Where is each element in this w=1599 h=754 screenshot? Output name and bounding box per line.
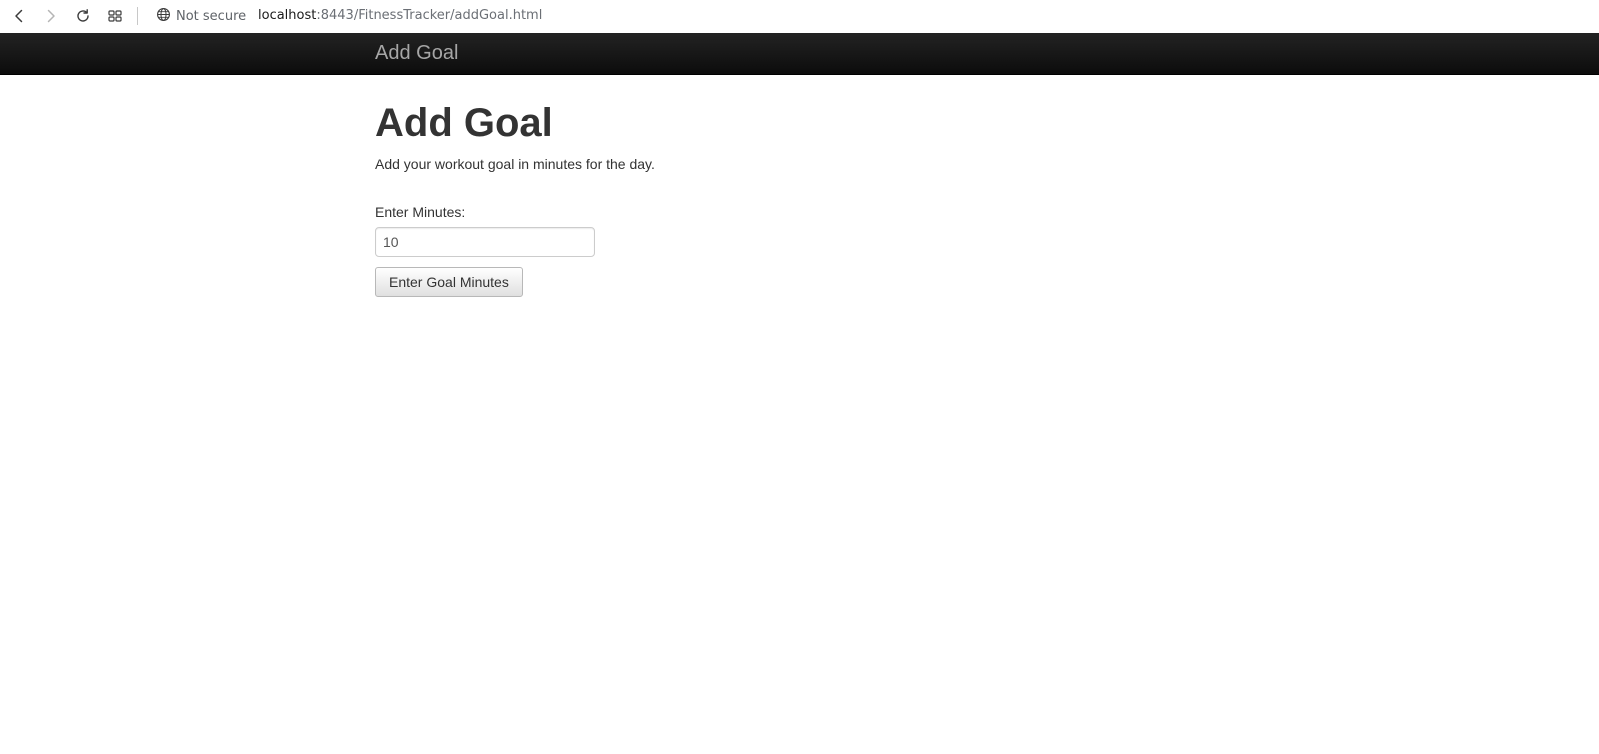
browser-address-bar: Not secure localhost:8443/FitnessTracker… [0,0,1599,33]
globe-icon [156,7,171,26]
app-navbar: Add Goal [0,33,1599,75]
forward-button[interactable] [39,4,63,28]
minutes-label: Enter Minutes: [375,204,466,220]
reload-icon [75,8,91,24]
minutes-input[interactable] [375,227,595,257]
navbar-brand-link[interactable]: Add Goal [375,41,458,65]
url-field[interactable]: localhost:8443/FitnessTracker/addGoal.ht… [258,6,542,26]
url-path: :8443/FitnessTracker/addGoal.html [316,8,543,23]
back-arrow-icon [11,8,27,24]
enter-goal-minutes-button[interactable]: Enter Goal Minutes [375,267,523,297]
site-security-indicator[interactable]: Not secure [156,6,246,26]
page-title: Add Goal [375,101,553,145]
toolbar-separator [137,7,138,25]
reload-button[interactable] [71,4,95,28]
add-goal-form: Enter Minutes: Enter Goal Minutes [375,202,1175,297]
main-content: Add Goal Add your workout goal in minute… [375,98,1175,297]
page-subtitle: Add your workout goal in minutes for the… [375,156,655,172]
security-label: Not secure [176,8,247,24]
tab-grid-icon [107,8,123,24]
tabs-button[interactable] [103,4,127,28]
back-button[interactable] [7,4,31,28]
url-host: localhost [258,8,317,23]
forward-arrow-icon [43,8,59,24]
